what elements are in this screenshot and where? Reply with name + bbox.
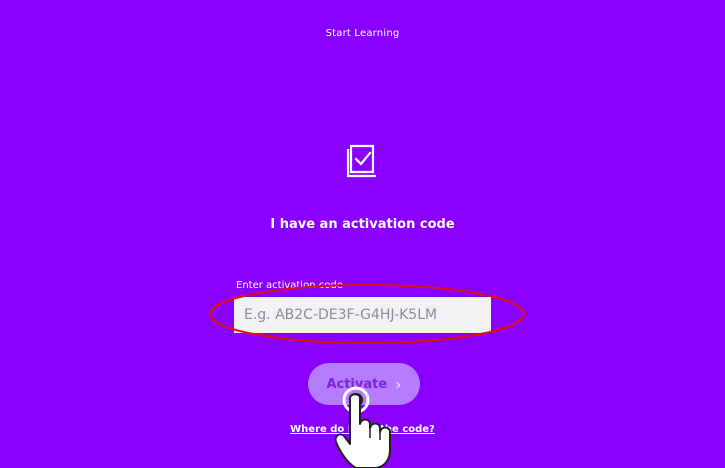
activation-code-input[interactable] xyxy=(234,297,491,333)
chevron-right-icon: › xyxy=(395,374,402,394)
activation-screen: Start Learning I have an activation code… xyxy=(0,0,725,468)
activate-button-label: Activate xyxy=(326,376,388,392)
book-check-icon xyxy=(346,144,376,178)
activate-button[interactable]: Activate › xyxy=(308,363,420,405)
page-title: Start Learning xyxy=(325,28,400,39)
activation-heading: I have an activation code xyxy=(270,217,455,232)
find-code-link[interactable]: Where do I find the code? xyxy=(0,424,725,435)
activation-code-label: Enter activation code xyxy=(236,280,343,291)
